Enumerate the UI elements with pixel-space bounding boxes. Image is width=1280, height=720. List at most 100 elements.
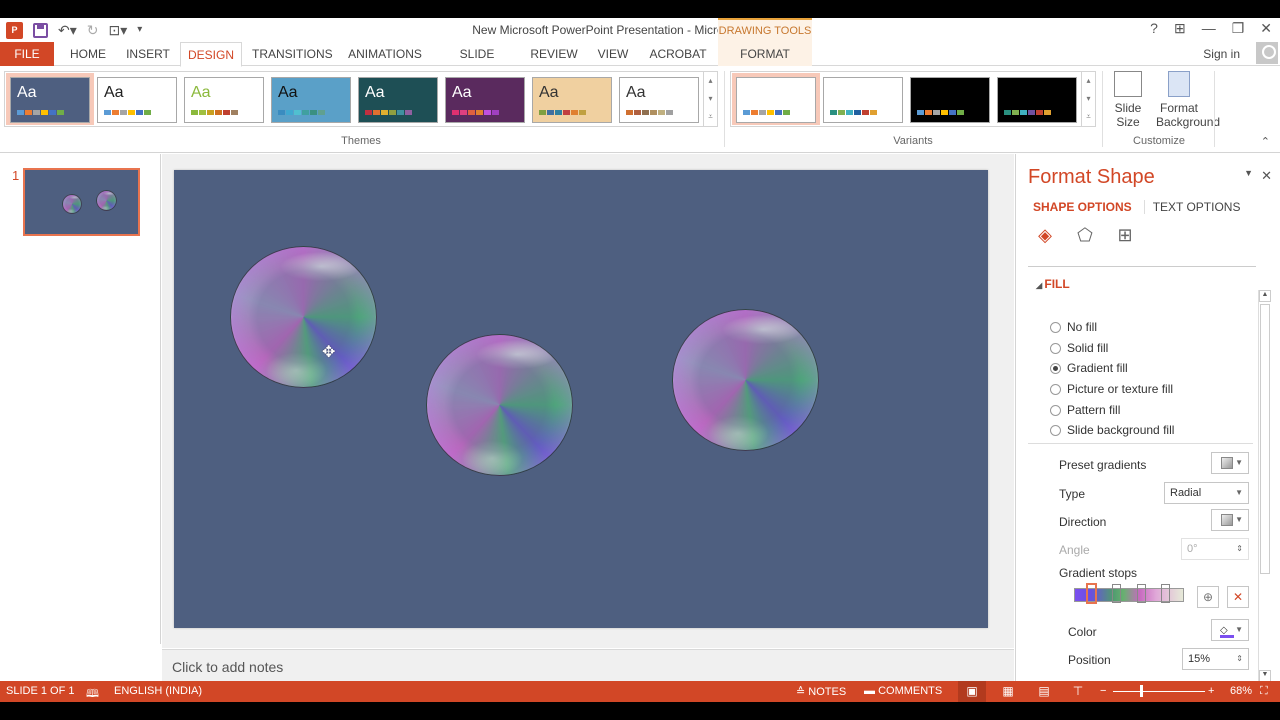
notes-area[interactable]: Click to add notes (162, 649, 1014, 681)
customize-qat-icon[interactable]: ▾ (137, 21, 142, 39)
variant-thumbnail-3[interactable] (910, 77, 990, 123)
variants-gallery-scroll[interactable]: ▴ ▾ ⩡ (1081, 72, 1095, 126)
spell-check-icon[interactable]: 🕮 (86, 685, 99, 704)
theme-thumbnail-1[interactable]: Aa (10, 77, 90, 123)
fit-slide-icon[interactable]: ⛶ (1260, 685, 1268, 698)
color-swatches (365, 110, 412, 115)
radio-gradient-fill[interactable]: Gradient fill (1050, 361, 1128, 375)
fill-line-icon[interactable]: ◈ (1034, 224, 1056, 246)
tab-format[interactable]: FORMAT (718, 42, 812, 66)
tab-acrobat[interactable]: ACROBAT (648, 42, 708, 66)
radio-picture-texture-fill[interactable]: Picture or texture fill (1050, 382, 1173, 396)
group-separator (724, 71, 725, 147)
tab-view[interactable]: VIEW (594, 42, 632, 66)
sign-in-link[interactable]: Sign in (1203, 47, 1240, 61)
theme-thumbnail-preview-text: Aa (626, 84, 646, 101)
comments-button[interactable]: ▬ COMMENTS (864, 685, 942, 697)
tab-slide-show[interactable]: SLIDE SHOW (440, 42, 514, 85)
undo-icon[interactable]: ↶▾ (58, 21, 77, 39)
powerpoint-app-icon[interactable]: P (6, 21, 23, 39)
zoom-slider[interactable] (1113, 691, 1205, 692)
user-avatar-icon[interactable] (1256, 42, 1278, 64)
present-icon[interactable]: ⊡▾ (109, 21, 128, 39)
language[interactable]: ENGLISH (INDIA) (114, 685, 202, 697)
position-spinner[interactable]: 15% ⇕ (1182, 648, 1249, 670)
restore-icon[interactable]: ❐ (1232, 20, 1245, 37)
theme-thumbnail-preview-text: Aa (191, 84, 211, 101)
gradient-stop-handle[interactable] (1161, 584, 1170, 603)
color-swatches (278, 110, 325, 115)
slide-thumbnail[interactable] (23, 168, 140, 236)
collapse-ribbon-icon[interactable]: ⌃ (1261, 135, 1270, 148)
zoom-level[interactable]: 68% (1230, 685, 1252, 697)
variant-thumbnail-4[interactable] (997, 77, 1077, 123)
divider (1028, 443, 1253, 444)
theme-thumbnail-4[interactable]: Aa (271, 77, 351, 123)
close-icon[interactable]: ✕ (1260, 20, 1272, 37)
gradient-stop-handle[interactable] (1086, 583, 1097, 604)
tab-transitions[interactable]: TRANSITIONS (252, 42, 333, 66)
pane-scrollbar[interactable]: ▲ ▼ (1258, 290, 1271, 682)
zoom-slider-thumb[interactable] (1140, 685, 1143, 697)
slide-canvas[interactable]: ✥ (174, 170, 988, 628)
slide-size-button[interactable]: Slide Size (1108, 71, 1148, 129)
type-dropdown[interactable]: Radial ▼ (1164, 482, 1249, 504)
add-gradient-stop-button[interactable]: ⊕ (1197, 586, 1219, 608)
color-swatches (191, 110, 238, 115)
theme-thumbnail-5[interactable]: Aa (358, 77, 438, 123)
slide-sorter-icon[interactable]: ▦ (994, 681, 1022, 702)
tab-shape-options[interactable]: SHAPE OPTIONS (1033, 200, 1132, 214)
tab-review[interactable]: REVIEW (530, 42, 578, 66)
radio-slide-background-fill[interactable]: Slide background fill (1050, 423, 1174, 437)
zoom-out-icon[interactable]: − (1100, 685, 1106, 697)
gradient-stop-handle[interactable] (1112, 584, 1121, 603)
themes-gallery-scroll[interactable]: ▴ ▾ ⩡ (703, 72, 717, 126)
save-icon[interactable] (33, 22, 48, 38)
bubble-shape[interactable] (672, 309, 819, 451)
variant-thumbnail-2[interactable] (823, 77, 903, 123)
scroll-up-icon[interactable]: ▲ (1259, 290, 1271, 302)
theme-thumbnail-3[interactable]: Aa (184, 77, 264, 123)
tab-home[interactable]: HOME (68, 42, 108, 66)
move-cursor-icon: ✥ (322, 344, 336, 361)
remove-gradient-stop-button[interactable]: ✕ (1227, 586, 1249, 608)
tab-design[interactable]: DESIGN (180, 42, 242, 67)
pane-close-icon[interactable]: ✕ (1261, 168, 1272, 184)
radio-no-fill[interactable]: No fill (1050, 320, 1097, 334)
format-background-button[interactable]: Format Background (1156, 71, 1220, 129)
theme-thumbnail-preview-text: Aa (452, 84, 472, 101)
theme-thumbnail-7[interactable]: Aa (532, 77, 612, 123)
notes-button[interactable]: ≙ NOTES (796, 685, 846, 698)
pane-options-icon[interactable]: ▼ (1244, 168, 1253, 184)
radio-solid-fill[interactable]: Solid fill (1050, 341, 1108, 355)
theme-thumbnail-6[interactable]: Aa (445, 77, 525, 123)
tab-animations[interactable]: ANIMATIONS (346, 42, 424, 66)
direction-dropdown[interactable]: ▼ (1211, 509, 1249, 531)
effects-pentagon-icon[interactable]: ⬠ (1074, 224, 1096, 246)
size-properties-icon[interactable]: ⊞ (1114, 224, 1136, 246)
fill-section-header[interactable]: ◢ FILL (1036, 277, 1070, 291)
redo-icon[interactable]: ↻ (87, 21, 99, 39)
preset-gradients-dropdown[interactable]: ▼ (1211, 452, 1249, 474)
help-icon[interactable]: ? (1150, 20, 1158, 37)
bubble-shape[interactable] (230, 246, 377, 388)
normal-view-icon[interactable]: ▣ (958, 681, 986, 702)
tab-insert[interactable]: INSERT (124, 42, 172, 66)
theme-thumbnail-2[interactable]: Aa (97, 77, 177, 123)
variants-group-label: Variants (893, 135, 933, 147)
ribbon-display-options-icon[interactable]: ⊞ (1174, 20, 1186, 37)
zoom-in-icon[interactable]: + (1208, 685, 1214, 697)
theme-thumbnail-8[interactable]: Aa (619, 77, 699, 123)
radio-pattern-fill[interactable]: Pattern fill (1050, 403, 1120, 417)
bubble-shape[interactable] (426, 334, 573, 476)
gradient-stop-handle[interactable] (1137, 584, 1146, 603)
minimize-icon[interactable]: — (1202, 20, 1216, 37)
tab-file[interactable]: FILE (0, 42, 54, 66)
variant-thumbnail-1[interactable] (736, 77, 816, 123)
scroll-thumb[interactable] (1260, 304, 1270, 574)
slide-show-icon[interactable]: ⊤ (1064, 681, 1092, 702)
reading-view-icon[interactable]: ▤ (1030, 681, 1058, 702)
color-picker-button[interactable]: ◇ ▼ (1211, 619, 1249, 641)
format-pane-title: Format Shape (1028, 166, 1155, 188)
tab-text-options[interactable]: TEXT OPTIONS (1143, 200, 1240, 214)
